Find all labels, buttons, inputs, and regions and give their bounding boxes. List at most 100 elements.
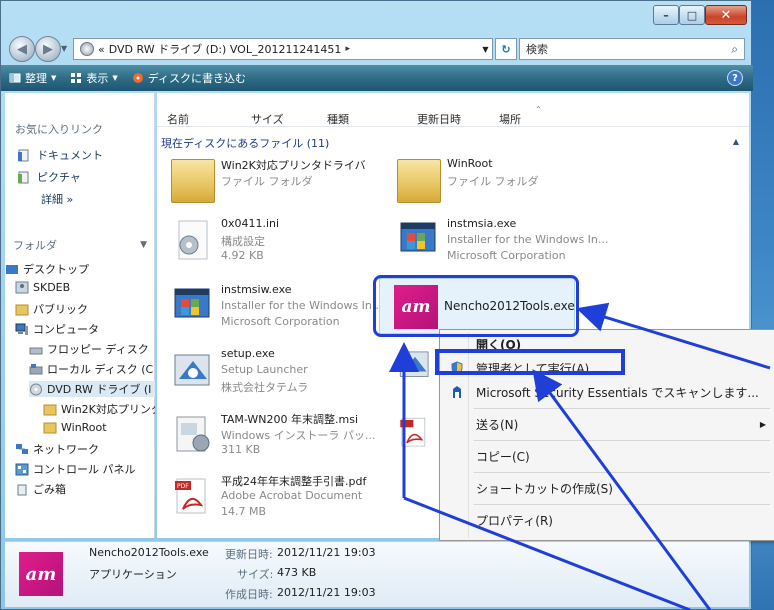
tree-item-network[interactable]: ネットワーク xyxy=(15,441,155,457)
menu-item-label: コピー(C) xyxy=(476,449,530,464)
details-created-value: 2012/11/21 19:03 xyxy=(277,586,376,599)
file-company: Microsoft Corporation xyxy=(447,249,566,262)
network-icon xyxy=(16,443,28,454)
history-dropdown-icon[interactable]: ▼ xyxy=(61,44,67,53)
folder-icon xyxy=(397,159,441,203)
address-dropdown-icon[interactable]: ▼ xyxy=(479,38,493,60)
tree-item-recycle-bin[interactable]: ごみ箱 xyxy=(15,481,155,497)
breadcrumb-drive[interactable]: DVD RW ドライブ (D:) VOL_201211241451 xyxy=(109,41,342,57)
file-name: instmsia.exe xyxy=(447,217,517,230)
file-type: ファイル フォルダ xyxy=(221,175,313,188)
burn-to-disc-button[interactable]: ディスクに書き込む xyxy=(132,70,246,86)
file-item[interactable]: 0x0411.ini 構成設定 4.92 KB xyxy=(171,213,381,269)
refresh-icon: ↻ xyxy=(501,42,511,56)
tree-item-label: パブリック xyxy=(33,303,88,316)
file-size: 14.7 MB xyxy=(221,505,267,518)
column-header-name[interactable]: 名前 xyxy=(167,111,189,127)
address-row: ◀ ▶ ▼ « DVD RW ドライブ (D:) VOL_20121124145… xyxy=(1,33,753,63)
tree-item-skdeb[interactable]: SKDEB xyxy=(15,281,155,294)
settings-file-icon xyxy=(178,220,208,260)
help-icon: ? xyxy=(732,72,738,84)
breadcrumb-chevrons[interactable]: « xyxy=(98,43,105,56)
chevron-up-icon[interactable]: ▲ xyxy=(733,137,739,146)
tree-item-desktop[interactable]: デスクトップ xyxy=(5,261,155,277)
column-header-type[interactable]: 種類 xyxy=(327,111,349,127)
column-header-size[interactable]: サイズ xyxy=(251,111,284,127)
menu-item-scan[interactable]: Microsoft Security Essentials でスキャンします..… xyxy=(442,380,772,404)
tree-item-public[interactable]: パブリック xyxy=(15,301,155,317)
file-item[interactable]: PDF 平成24年年末調整手引書.pdf Adobe Acrobat Docum… xyxy=(171,469,381,525)
file-item[interactable]: TAM-WN200 年末調整.msi Windows インストーラ パッ... … xyxy=(171,407,381,463)
burn-disc-icon xyxy=(132,73,143,83)
title-bar[interactable]: – □ ✕ xyxy=(1,1,753,33)
file-item[interactable]: instmsiw.exe Installer for the Windows I… xyxy=(171,279,383,335)
tree-item-floppy[interactable]: フロッピー ディスク xyxy=(29,341,155,357)
favorite-link-documents[interactable]: ドキュメント xyxy=(17,147,103,163)
setup-icon xyxy=(174,354,210,386)
tree-item-winroot-folder[interactable]: WinRoot xyxy=(43,421,155,434)
installer-icon xyxy=(400,222,436,252)
breadcrumb-separator-icon[interactable]: ▸ xyxy=(345,44,350,54)
desktop-icon xyxy=(6,264,18,274)
favorites-header: お気に入りリンク xyxy=(15,123,103,136)
menu-item-properties[interactable]: プロパティ(R) xyxy=(442,508,772,532)
maximize-button[interactable]: □ xyxy=(679,5,705,25)
annotation-highlight-file xyxy=(373,275,579,337)
address-bar[interactable]: « DVD RW ドライブ (D:) VOL_201211241451 ▸ xyxy=(73,38,481,60)
folder-icon xyxy=(43,404,57,415)
folders-header[interactable]: フォルダ ▼ xyxy=(5,235,155,255)
file-item[interactable]: WinRoot ファイル フォルダ xyxy=(397,153,607,209)
file-type: Windows インストーラ パッ... xyxy=(221,429,376,442)
tam-logo-icon: am xyxy=(19,552,63,596)
file-name: Win2K対応プリンタドライバ xyxy=(221,159,366,172)
file-item[interactable]: setup.exe Setup Launcher 株式会社タテムラ xyxy=(171,343,381,399)
minimize-button[interactable]: – xyxy=(653,5,679,25)
folders-header-label: フォルダ xyxy=(13,239,57,252)
column-header-location[interactable]: 場所 xyxy=(499,111,521,127)
tree-item-local-disk[interactable]: ローカル ディスク (C xyxy=(29,361,155,377)
file-description: Installer for the Windows In... xyxy=(221,299,383,312)
pictures-icon xyxy=(18,171,29,183)
search-icon[interactable]: ⌕ xyxy=(731,42,738,57)
close-button[interactable]: ✕ xyxy=(705,5,747,25)
refresh-button[interactable]: ↻ xyxy=(495,38,517,60)
file-item[interactable]: instmsia.exe Installer for the Windows I… xyxy=(397,213,608,269)
favorite-link-pictures[interactable]: ピクチャ xyxy=(17,169,81,185)
views-icon xyxy=(71,73,82,83)
chevron-down-icon: ▼ xyxy=(140,240,147,250)
back-button[interactable]: ◀ xyxy=(9,36,35,62)
favorite-label: ピクチャ xyxy=(37,171,81,184)
pdf-icon: PDF xyxy=(175,478,206,514)
recycle-bin-icon xyxy=(17,484,27,495)
hard-drive-icon xyxy=(29,363,43,374)
file-size: 4.92 KB xyxy=(221,249,264,262)
forward-button[interactable]: ▶ xyxy=(35,36,61,62)
column-headers: 名前 サイズ 種類 更新日時 場所 ⌃ xyxy=(157,105,749,127)
tree-item-dvd-drive[interactable]: DVD RW ドライブ (I xyxy=(29,381,155,397)
search-input[interactable]: 検索 ⌕ xyxy=(519,38,745,60)
file-item[interactable]: Win2K対応プリンタドライバ ファイル フォルダ xyxy=(171,153,381,209)
menu-item-send-to[interactable]: 送る(N) ▶ xyxy=(442,412,772,436)
tree-item-label: WinRoot xyxy=(61,421,107,434)
help-button[interactable]: ? xyxy=(727,70,743,86)
folder-icon xyxy=(171,159,215,203)
organize-button[interactable]: 整理 ▼ xyxy=(9,70,56,86)
tree-item-control-panel[interactable]: コントロール パネル xyxy=(15,461,155,477)
more-links[interactable]: 詳細 » xyxy=(41,191,73,207)
views-button[interactable]: 表示 ▼ xyxy=(70,70,118,86)
back-arrow-icon: ◀ xyxy=(17,41,27,57)
search-placeholder: 検索 xyxy=(526,43,548,56)
menu-item-copy[interactable]: コピー(C) xyxy=(442,444,772,468)
tree-item-computer[interactable]: コンピュータ xyxy=(15,321,155,337)
explorer-window: – □ ✕ ◀ ▶ ▼ « DVD RW ドライブ (D:) VOL_20121… xyxy=(0,0,774,610)
group-header[interactable]: 現在ディスクにあるファイル (11) xyxy=(161,135,329,151)
forward-arrow-icon: ▶ xyxy=(43,41,53,57)
file-name: instmsiw.exe xyxy=(221,283,292,296)
menu-item-create-shortcut[interactable]: ショートカットの作成(S) xyxy=(442,476,772,500)
organize-icon xyxy=(9,73,21,83)
computer-icon xyxy=(15,323,28,335)
user-folder-icon xyxy=(15,281,29,294)
tree-item-win2k-folder[interactable]: Win2K対応プリンタ xyxy=(43,401,155,417)
column-header-modified[interactable]: 更新日時 xyxy=(417,111,461,127)
details-file-name: Nencho2012Tools.exe xyxy=(89,546,209,559)
